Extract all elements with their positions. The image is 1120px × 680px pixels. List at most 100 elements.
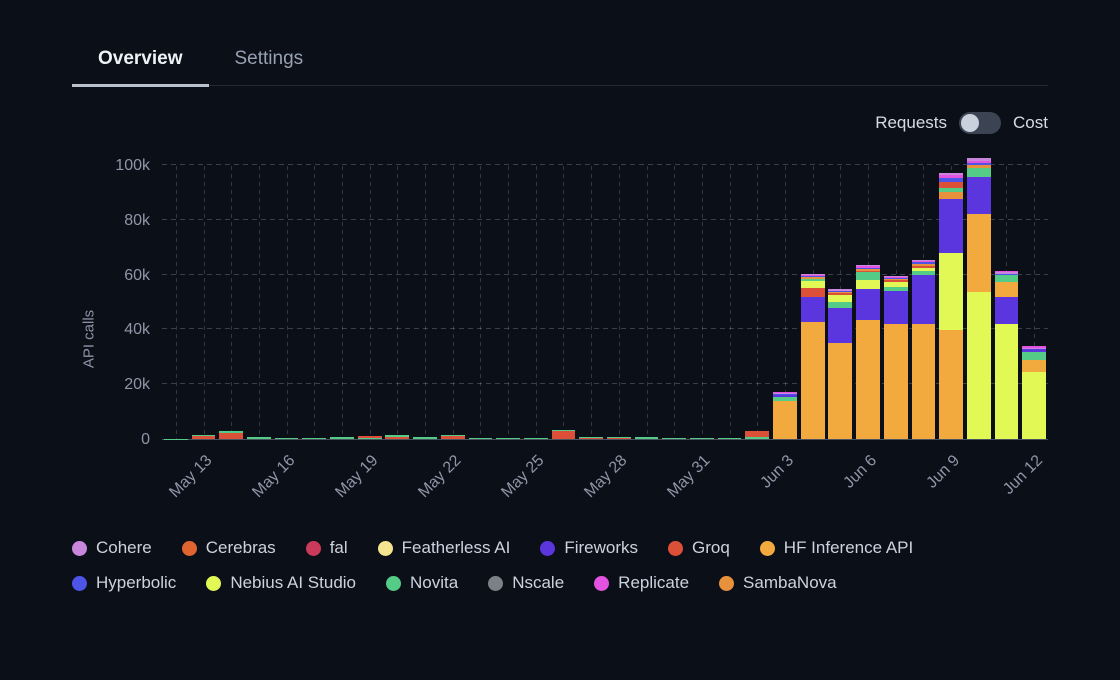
legend-label-featherless: Featherless AI — [402, 538, 511, 558]
bar-segment-groq — [579, 438, 603, 439]
bar-segment-hf — [995, 282, 1019, 297]
v-gridline — [508, 166, 509, 439]
legend-label-hf: HF Inference API — [784, 538, 913, 558]
bar-slot-may-16 — [273, 166, 301, 439]
bar-segment-nebius — [828, 295, 852, 302]
bar-may-24[interactable] — [496, 438, 520, 439]
legend-item-nebius[interactable]: Nebius AI Studio — [206, 573, 356, 593]
legend-dot-cohere — [72, 541, 87, 556]
legend-item-cohere[interactable]: Cohere — [72, 538, 152, 558]
legend-dot-hf — [760, 541, 775, 556]
legend-dot-groq — [668, 541, 683, 556]
bar-jun-11[interactable] — [995, 271, 1019, 439]
bar-jun-7[interactable] — [884, 276, 908, 439]
bar-may-28[interactable] — [607, 437, 631, 439]
v-gridline — [536, 166, 537, 439]
bar-slot-jun-1 — [716, 166, 744, 439]
bar-slot-jun-5 — [827, 166, 855, 439]
legend-dot-replicate — [594, 576, 609, 591]
bar-segment-novita — [1022, 352, 1046, 360]
legend-dot-cerebras — [182, 541, 197, 556]
bar-slot-may-13 — [190, 166, 218, 439]
tab-settings[interactable]: Settings — [209, 40, 330, 87]
bar-may-15[interactable] — [247, 437, 271, 439]
x-slot-jun-4 — [799, 440, 827, 512]
bar-may-31[interactable] — [690, 438, 714, 439]
bar-jun-4[interactable] — [801, 274, 825, 439]
legend-item-hyperbolic[interactable]: Hyperbolic — [72, 573, 176, 593]
x-slot-may-19: May 19 — [356, 440, 384, 512]
bar-segment-novita — [358, 438, 382, 439]
bar-may-27[interactable] — [579, 437, 603, 439]
bar-jun-12[interactable] — [1022, 346, 1046, 439]
bar-may-14[interactable] — [219, 431, 243, 439]
bar-jun-9[interactable] — [939, 173, 963, 439]
v-gridline — [342, 166, 343, 439]
bar-slot-may-31 — [688, 166, 716, 439]
v-gridline — [647, 166, 648, 439]
v-gridline — [563, 166, 564, 439]
legend-item-hf[interactable]: HF Inference API — [760, 538, 913, 558]
bar-may-20[interactable] — [385, 435, 409, 439]
bar-may-25[interactable] — [524, 438, 548, 439]
bar-jun-6[interactable] — [856, 265, 880, 439]
bar-jun-10[interactable] — [967, 158, 991, 439]
bar-segment-nebius — [967, 292, 991, 439]
legend-dot-fireworks — [540, 541, 555, 556]
legend-item-nscale[interactable]: Nscale — [488, 573, 564, 593]
bar-segment-novita — [856, 272, 880, 280]
bar-jun-8[interactable] — [912, 260, 936, 439]
legend-label-sambanova: SambaNova — [743, 573, 837, 593]
v-gridline — [287, 166, 288, 439]
legend-row-1: Cohere Cerebras fal Featherless AI Fireworks… — [72, 538, 1048, 558]
bar-may-19[interactable] — [358, 436, 382, 439]
requests-cost-toggle[interactable] — [959, 112, 1001, 134]
tab-overview[interactable]: Overview — [72, 40, 209, 87]
y-tick-label-80k: 80k — [124, 212, 150, 230]
bar-jun-3[interactable] — [773, 392, 797, 439]
legend-item-sambanova[interactable]: SambaNova — [719, 573, 837, 593]
bar-may-21[interactable] — [413, 437, 437, 439]
bar-may-16[interactable] — [275, 438, 299, 439]
bar-may-22[interactable] — [441, 435, 465, 439]
legend-item-novita[interactable]: Novita — [386, 573, 458, 593]
bar-may-26[interactable] — [552, 430, 576, 439]
bar-jun-2[interactable] — [745, 431, 769, 439]
bar-slot-may-19 — [356, 166, 384, 439]
legend-item-replicate[interactable]: Replicate — [594, 573, 689, 593]
bar-may-13[interactable] — [192, 435, 216, 439]
x-slot-jun-7 — [882, 440, 910, 512]
x-slot-jun-1 — [716, 440, 744, 512]
bar-may-18[interactable] — [330, 437, 354, 439]
x-slot-jun-9: Jun 9 — [937, 440, 965, 512]
bar-may-23[interactable] — [469, 438, 493, 439]
legend-item-groq[interactable]: Groq — [668, 538, 730, 558]
bar-segment-novita — [690, 438, 714, 439]
bar-segment-groq — [219, 433, 243, 439]
legend-item-fal[interactable]: fal — [306, 538, 348, 558]
bar-slot-may-22 — [439, 166, 467, 439]
legend-dot-fal — [306, 541, 321, 556]
bar-segment-novita — [302, 438, 326, 439]
legend-item-featherless[interactable]: Featherless AI — [378, 538, 511, 558]
legend-item-fireworks[interactable]: Fireworks — [540, 538, 638, 558]
api-calls-chart: API calls 020k40k60k80k100k May 13May 16… — [72, 166, 1048, 512]
toggle-knob — [961, 114, 979, 132]
bar-jun-1[interactable] — [718, 438, 742, 439]
y-axis-title-wrap: API calls — [72, 166, 106, 512]
legend-dot-sambanova — [719, 576, 734, 591]
bar-may-30[interactable] — [662, 438, 686, 439]
bar-may-17[interactable] — [302, 438, 326, 439]
bar-segment-fireworks — [828, 308, 852, 343]
bar-segment-novita — [247, 437, 271, 439]
bar-segment-nebius — [1022, 372, 1046, 439]
legend-label-novita: Novita — [410, 573, 458, 593]
bar-jun-5[interactable] — [828, 289, 852, 439]
bar-segment-hf — [828, 343, 852, 439]
bar-slot-jun-12 — [1020, 166, 1048, 439]
x-slot-may-29 — [633, 440, 661, 512]
bar-may-29[interactable] — [635, 437, 659, 439]
legend-label-replicate: Replicate — [618, 573, 689, 593]
bar-segment-novita — [330, 437, 354, 439]
legend-item-cerebras[interactable]: Cerebras — [182, 538, 276, 558]
